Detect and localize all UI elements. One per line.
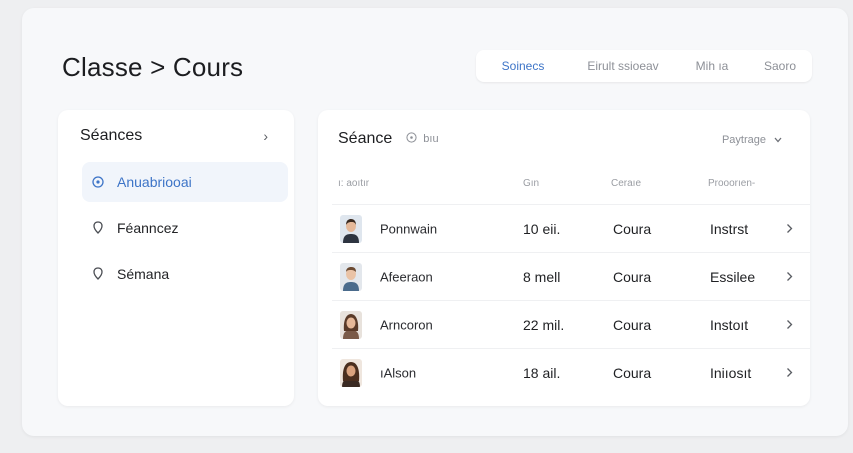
row-course: Coura — [613, 268, 652, 285]
table-header: ı: aoıtır Gın Ceraıe Prooorıen- — [338, 178, 798, 196]
panel-title: Séance — [338, 130, 393, 147]
clock-icon — [89, 176, 107, 188]
chevron-right-icon[interactable] — [786, 317, 793, 332]
pin-icon — [89, 221, 107, 235]
sidebar-title: Séances — [80, 127, 143, 144]
sidebar-item-label: Anuabriooai — [117, 174, 192, 190]
page-title: Classe > Cours — [62, 52, 244, 82]
chevron-down-icon — [774, 135, 782, 146]
row-quantity: 10 eii. — [523, 220, 561, 237]
avatar — [340, 358, 362, 387]
row-name: ıAlson — [380, 365, 417, 380]
sidebar: Séances › Anuabriooai Féanncez Sémana — [58, 110, 294, 406]
seance-panel: Séance bıu Paytrage ı: aoıtır Gın Ceraıe… — [318, 110, 810, 406]
table-row[interactable]: Ponnwain 10 eii. Coura Instrst — [332, 204, 810, 252]
pin-icon — [89, 267, 107, 281]
row-course: Coura — [613, 316, 652, 333]
panel-subtitle: bıu — [406, 132, 439, 146]
row-quantity: 8 mell — [523, 268, 561, 285]
row-quantity: 22 mil. — [523, 316, 565, 333]
tab-mih[interactable]: Mih ıa — [676, 50, 748, 82]
panel-subtitle-text: bıu — [423, 133, 439, 145]
sidebar-item-semana[interactable]: Sémana — [82, 254, 288, 294]
column-header: Gın — [523, 178, 540, 189]
avatar — [340, 214, 362, 243]
tab-eirult[interactable]: Eirult ssioeav — [570, 50, 676, 82]
tab-soinecs[interactable]: Soinecs — [476, 50, 570, 82]
row-name: Arncoron — [380, 317, 433, 332]
chevron-right-icon[interactable] — [786, 269, 793, 284]
chevron-right-icon[interactable] — [786, 365, 793, 380]
table-row[interactable]: Afeeraon 8 mell Coura Essilee — [332, 252, 810, 300]
sort-label: Paytrage — [721, 134, 766, 146]
row-name: Afeeraon — [380, 269, 433, 284]
sidebar-item-label: Féanncez — [117, 220, 179, 236]
avatar — [340, 262, 362, 291]
row-course: Coura — [613, 220, 652, 237]
avatar — [340, 310, 362, 339]
tab-saoro[interactable]: Saoro — [748, 50, 812, 82]
chevron-right-icon[interactable] — [786, 221, 793, 236]
column-header: Ceraıe — [611, 178, 642, 189]
chevron-right-icon[interactable]: › — [263, 128, 268, 144]
clock-icon — [406, 132, 417, 146]
table-row[interactable]: ıAlson 18 ail. Coura Iniıosıt — [332, 348, 810, 396]
row-quantity: 18 ail. — [523, 364, 561, 381]
table-row[interactable]: Arncoron 22 mil. Coura Instoıt — [332, 300, 810, 348]
row-status: Essilee — [710, 268, 756, 285]
sort-dropdown[interactable]: Paytrage — [722, 134, 782, 146]
main-card: Classe > Cours Soinecs Eirult ssioeav Mi… — [22, 8, 848, 436]
row-status: Instrst — [710, 220, 749, 237]
sidebar-item-label: Sémana — [117, 266, 170, 282]
column-header: Prooorıen- — [708, 178, 756, 189]
sidebar-item-anuabriooai[interactable]: Anuabriooai — [82, 162, 288, 202]
column-header: ı: aoıtır — [338, 178, 370, 189]
tab-bar: Soinecs Eirult ssioeav Mih ıa Saoro — [476, 50, 812, 82]
row-course: Coura — [613, 364, 652, 381]
row-name: Ponnwain — [380, 221, 438, 236]
sidebar-item-feannecez[interactable]: Féanncez — [82, 208, 288, 248]
row-status: Iniıosıt — [710, 364, 752, 381]
row-status: Instoıt — [710, 316, 749, 333]
panel-header: Séance bıu — [338, 130, 439, 148]
table-body: Ponnwain 10 eii. Coura Instrst Afeeraon … — [332, 204, 810, 396]
sidebar-header[interactable]: Séances › — [58, 110, 294, 162]
